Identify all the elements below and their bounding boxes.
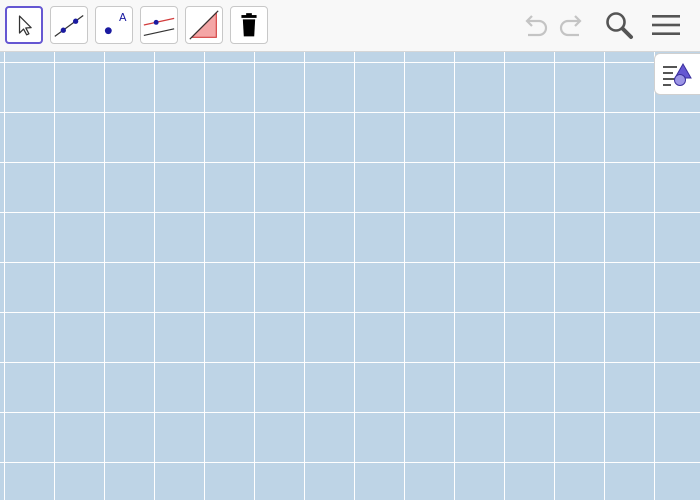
tool-line[interactable] bbox=[50, 6, 88, 44]
tool-parallel-line[interactable] bbox=[140, 6, 178, 44]
toolbar: A bbox=[0, 0, 700, 52]
geogebra-app: A bbox=[0, 0, 700, 500]
redo-button[interactable] bbox=[556, 9, 588, 41]
menu-button[interactable] bbox=[650, 9, 682, 41]
parallel-line-icon bbox=[143, 17, 175, 37]
search-button[interactable] bbox=[603, 9, 635, 41]
trash-icon bbox=[241, 13, 257, 37]
graphics-view[interactable] bbox=[0, 52, 700, 500]
tool-move[interactable] bbox=[5, 6, 43, 44]
line-through-two-points-icon bbox=[54, 15, 84, 37]
style-bar-toggle-icon bbox=[663, 62, 692, 86]
style-bar-toggle-button[interactable] bbox=[654, 53, 700, 95]
undo-button[interactable] bbox=[519, 9, 551, 41]
tool-polygon[interactable] bbox=[185, 6, 223, 44]
tool-point[interactable]: A bbox=[95, 6, 133, 44]
arrow-pointer-icon bbox=[18, 15, 32, 36]
search-icon bbox=[606, 12, 633, 39]
point-label: A bbox=[119, 11, 127, 24]
polygon-triangle-icon bbox=[189, 10, 219, 40]
undo-icon bbox=[525, 15, 548, 37]
tool-delete[interactable] bbox=[230, 6, 268, 44]
redo-icon bbox=[559, 15, 582, 37]
hamburger-menu-icon bbox=[652, 15, 680, 35]
